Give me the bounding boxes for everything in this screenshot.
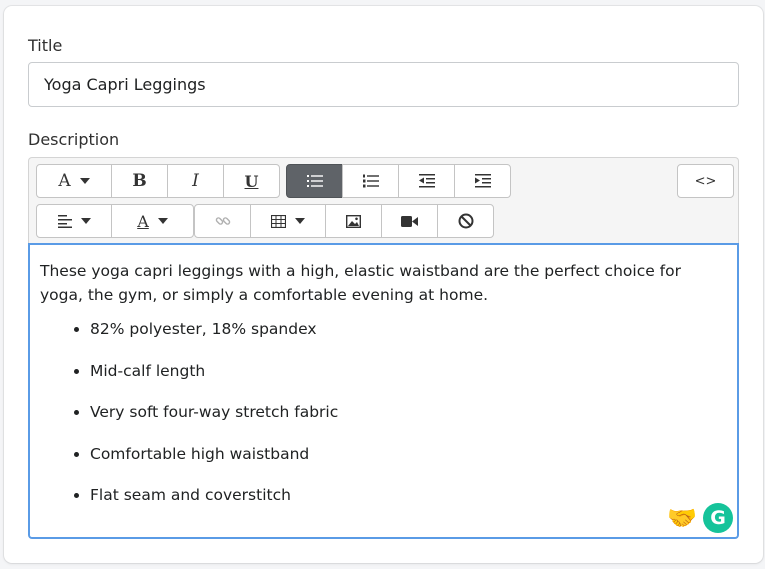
handshake-icon[interactable]: 🤝 (667, 505, 697, 531)
code-view-icon: <> (694, 173, 717, 189)
unordered-list-button[interactable] (286, 164, 343, 198)
underline-button[interactable]: U (223, 164, 280, 198)
bullet-list-icon (306, 175, 323, 187)
ordered-list-button[interactable] (342, 164, 399, 198)
table-icon (271, 214, 286, 228)
paragraph-color-group: A (36, 204, 194, 238)
indent-icon (474, 174, 491, 188)
numbered-list-icon (362, 174, 379, 188)
chevron-down-icon (79, 178, 90, 184)
prohibited-icon (458, 213, 473, 229)
image-icon (346, 214, 361, 228)
description-editor[interactable]: These yoga capri leggings with a high, e… (28, 243, 739, 539)
code-view-button[interactable]: <> (677, 164, 734, 198)
font-style-button[interactable]: A (36, 164, 112, 198)
chevron-down-icon (295, 218, 305, 224)
editor-toolbar: A B I U <> A (28, 157, 739, 243)
link-button[interactable] (194, 204, 251, 238)
text-color-icon: A (137, 211, 149, 231)
list-item: Flat seam and coverstitch (90, 483, 727, 507)
list-indent-group (286, 164, 511, 198)
description-label: Description (28, 130, 120, 149)
link-icon (215, 217, 230, 225)
grammarly-icon[interactable]: G (703, 503, 733, 533)
list-item: Comfortable high waistband (90, 442, 727, 466)
chevron-down-icon (80, 218, 91, 224)
text-color-button[interactable]: A (111, 204, 194, 238)
indent-button[interactable] (454, 164, 511, 198)
product-form-card: Title Description A B I U (4, 6, 763, 563)
insert-group (194, 204, 494, 238)
table-button[interactable] (250, 204, 326, 238)
italic-button[interactable]: I (167, 164, 224, 198)
font-style-group: A B I U (36, 164, 280, 198)
list-item: Very soft four-way stretch fabric (90, 400, 727, 424)
title-input[interactable] (28, 62, 739, 107)
bold-button[interactable]: B (111, 164, 168, 198)
italic-icon: I (192, 171, 199, 191)
code-view-group: <> (677, 164, 734, 198)
clear-format-button[interactable] (437, 204, 494, 238)
video-button[interactable] (381, 204, 438, 238)
image-button[interactable] (325, 204, 382, 238)
list-item: Mid-calf length (90, 359, 727, 383)
video-icon (401, 215, 418, 227)
paragraph-align-button[interactable] (36, 204, 112, 238)
outdent-icon (418, 174, 435, 188)
underline-icon: U (244, 171, 259, 191)
chevron-down-icon (157, 218, 168, 224)
outdent-button[interactable] (398, 164, 455, 198)
title-label: Title (28, 36, 63, 55)
bold-icon: B (132, 171, 147, 191)
description-paragraph: These yoga capri leggings with a high, e… (40, 262, 681, 304)
feature-list: 82% polyester, 18% spandex Mid-calf leng… (90, 317, 727, 507)
font-icon: A (58, 171, 71, 191)
align-left-icon (57, 214, 72, 228)
list-item: 82% polyester, 18% spandex (90, 317, 727, 341)
